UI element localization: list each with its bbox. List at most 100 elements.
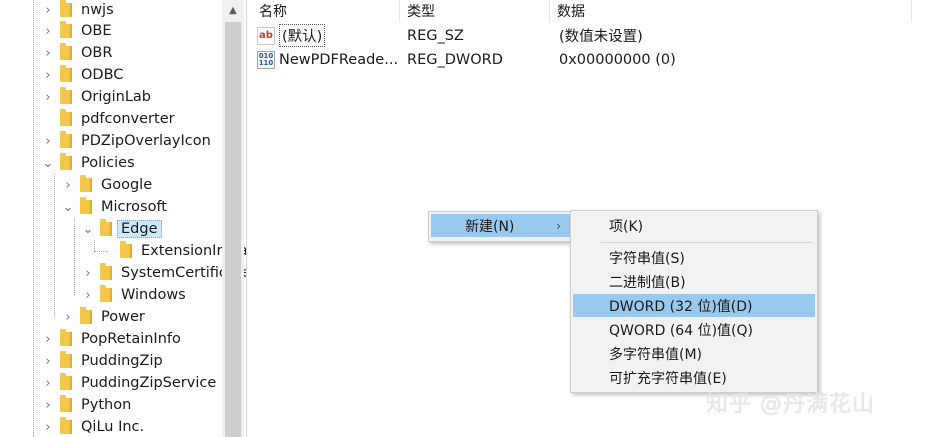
submenu-arrow-icon: › <box>556 218 561 233</box>
tree-item-label: PuddingZipService <box>81 375 217 391</box>
expand-chevron-icon <box>40 108 56 130</box>
collapse-chevron-icon[interactable]: ⌄ <box>60 196 76 218</box>
expand-chevron-icon[interactable]: › <box>40 86 56 108</box>
tree-item-edge[interactable]: ⌄ Edge <box>80 218 162 240</box>
value-row-newpdfreader[interactable]: 010 110 NewPDFReade... REG_DWORD 0x000000… <box>247 48 934 71</box>
column-header-data[interactable]: 数据 <box>557 0 585 22</box>
folder-icon <box>60 329 72 346</box>
expand-chevron-icon[interactable]: › <box>40 394 56 416</box>
tree-item-qilu-inc[interactable]: › QiLu Inc. <box>40 416 144 437</box>
expand-chevron-icon[interactable]: › <box>40 350 56 372</box>
tree-item-obr[interactable]: › OBR <box>40 42 112 64</box>
expand-chevron-icon[interactable]: › <box>60 306 76 328</box>
column-divider[interactable] <box>399 0 400 22</box>
tree-item-pdzipoverlayicon[interactable]: › PDZipOverlayIcon <box>40 130 211 152</box>
menu-item-qword-value[interactable]: QWORD (64 位)值(Q) <box>573 318 815 341</box>
menu-item-key[interactable]: 项(K) <box>573 214 815 237</box>
tree-item-label: pdfconverter <box>81 111 175 127</box>
tree-item-label: QiLu Inc. <box>81 419 145 435</box>
tree-item-puddingzip[interactable]: › PuddingZip <box>40 350 163 372</box>
tree-item-label: PopRetainInfo <box>81 331 181 347</box>
context-menu: 新建(N) › <box>428 211 576 242</box>
menu-item-dword-value[interactable]: DWORD (32 位)值(D) <box>573 294 815 317</box>
binary-value-icon: 010 110 <box>257 50 275 69</box>
expand-chevron-icon[interactable]: › <box>40 42 56 64</box>
expand-chevron-icon[interactable]: › <box>40 372 56 394</box>
expand-chevron-icon[interactable]: › <box>80 284 96 306</box>
folder-icon <box>60 373 72 390</box>
new-submenu: 项(K) 字符串值(S) 二进制值(B) DWORD (32 位)值(D) QW… <box>570 210 818 393</box>
menu-item-label: 新建(N) <box>465 218 515 235</box>
tree-item-originlab[interactable]: › OriginLab <box>40 86 151 108</box>
value-data: (数值未设置) <box>559 29 643 45</box>
expand-chevron-icon[interactable]: › <box>40 130 56 152</box>
column-header-name[interactable]: 名称 <box>259 0 287 22</box>
folder-icon <box>80 197 92 214</box>
column-header-type[interactable]: 类型 <box>407 0 435 22</box>
menu-item-label: QWORD (64 位)值(Q) <box>609 322 753 339</box>
value-name: (默认) <box>279 24 326 47</box>
tree-item-obe[interactable]: › OBE <box>40 20 112 42</box>
folder-icon <box>100 263 112 280</box>
menu-item-label: DWORD (32 位)值(D) <box>609 298 753 315</box>
tree-item-popretaininfo[interactable]: › PopRetainInfo <box>40 328 181 350</box>
tree-item-label: OBR <box>81 45 113 61</box>
value-row-default[interactable]: ab (默认) REG_SZ (数值未设置) <box>247 24 934 47</box>
folder-icon <box>60 131 72 148</box>
collapse-chevron-icon[interactable]: ⌄ <box>80 218 96 240</box>
tree-item-google[interactable]: › Google <box>60 174 152 196</box>
tree-item-label: Windows <box>121 287 186 303</box>
tree-item-policies[interactable]: ⌄ Policies <box>40 152 135 174</box>
folder-icon <box>60 43 72 60</box>
folder-icon <box>100 219 112 236</box>
tree-item-label: nwjs <box>81 2 114 18</box>
tree-item-label: Power <box>101 309 145 325</box>
tree-item-label: OriginLab <box>81 89 151 105</box>
expand-chevron-icon[interactable]: › <box>40 20 56 42</box>
collapse-chevron-icon[interactable]: ⌄ <box>40 152 56 174</box>
tree-item-pdfconverter[interactable]: pdfconverter <box>40 108 175 130</box>
tree-vertical-scrollbar[interactable]: ▲ <box>222 0 244 437</box>
list-header: 名称 类型 数据 <box>247 0 934 22</box>
folder-icon <box>60 153 72 170</box>
folder-icon <box>60 395 72 412</box>
menu-item-label: 项(K) <box>609 218 644 235</box>
expand-chevron-icon[interactable]: › <box>40 0 56 21</box>
tree-item-power[interactable]: › Power <box>60 306 145 328</box>
tree-item-label: Python <box>81 397 132 413</box>
tree-item-nwjs[interactable]: › nwjs <box>40 0 114 21</box>
menu-item-binary-value[interactable]: 二进制值(B) <box>573 270 815 293</box>
watermark: 知乎 @丹满花山 <box>706 392 875 417</box>
expand-chevron-icon[interactable]: › <box>80 262 96 284</box>
folder-icon <box>60 0 72 17</box>
expand-chevron-icon <box>100 240 116 262</box>
registry-tree-pane[interactable]: › nwjs › OBE › OBR › ODBC › OriginLab pd… <box>0 0 247 437</box>
tree-item-odbc[interactable]: › ODBC <box>40 64 123 86</box>
folder-icon <box>60 109 72 126</box>
tree-item-windows[interactable]: › Windows <box>80 284 186 306</box>
menu-item-string-value[interactable]: 字符串值(S) <box>573 246 815 269</box>
menu-item-label: 多字符串值(M) <box>609 346 703 363</box>
folder-icon <box>80 307 92 324</box>
value-data: 0x00000000 (0) <box>559 51 676 68</box>
folder-icon <box>60 417 72 434</box>
expand-chevron-icon[interactable]: › <box>40 328 56 350</box>
tree-item-puddingzipservice[interactable]: › PuddingZipService <box>40 372 216 394</box>
column-divider[interactable] <box>911 0 912 22</box>
menu-item-new[interactable]: 新建(N) › <box>431 214 573 237</box>
expand-chevron-icon[interactable]: › <box>40 64 56 86</box>
folder-icon <box>60 87 72 104</box>
menu-item-label: 可扩充字符串值(E) <box>609 370 727 387</box>
scroll-up-arrow-icon[interactable]: ▲ <box>222 0 244 20</box>
expand-chevron-icon[interactable]: › <box>60 174 76 196</box>
menu-item-multi-string-value[interactable]: 多字符串值(M) <box>573 342 815 365</box>
column-divider[interactable] <box>549 0 550 22</box>
scroll-thumb[interactable] <box>225 22 241 437</box>
tree-item-python[interactable]: › Python <box>40 394 131 416</box>
tree-item-label: Policies <box>81 155 135 171</box>
tree-item-microsoft[interactable]: ⌄ Microsoft <box>60 196 167 218</box>
expand-chevron-icon[interactable]: › <box>40 416 56 437</box>
menu-item-label: 字符串值(S) <box>609 250 685 267</box>
value-name: NewPDFReade... <box>279 51 399 68</box>
folder-icon <box>60 21 72 38</box>
